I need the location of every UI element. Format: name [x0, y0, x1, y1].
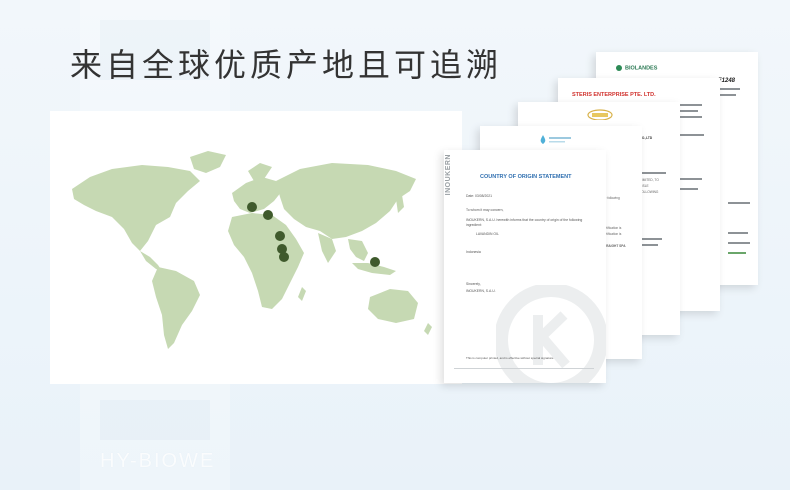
document-signature: INOUKERN, S.A.U.	[466, 289, 496, 293]
world-map-card	[50, 111, 462, 384]
page-headline: 来自全球优质产地且可追溯	[70, 46, 503, 84]
brand-watermark: HY-BIOWE	[100, 450, 216, 472]
text-line	[728, 242, 750, 244]
text-line	[680, 110, 698, 112]
continents	[72, 151, 432, 349]
scandinavia	[248, 163, 272, 181]
document-body: INOUKERN, S.A.U. herewith informs that t…	[466, 218, 583, 227]
text-line	[718, 88, 740, 90]
document-closing: Sincerely,	[466, 282, 481, 286]
inoukern-side-logo: INOUKERN	[445, 154, 452, 196]
world-map	[72, 151, 432, 349]
origin-marker-france	[247, 202, 257, 212]
document-footer: This is computer printed, and is effecti…	[466, 356, 555, 360]
document-salutation: To whom it may concern,	[466, 208, 504, 212]
text-line	[680, 104, 702, 106]
footer-rule	[454, 368, 594, 369]
north-america	[72, 165, 200, 251]
text-line	[728, 232, 748, 234]
ingredient-name: LAVANDIN OIL	[476, 232, 499, 236]
water-drop-logo	[540, 135, 571, 144]
text-line	[680, 116, 702, 118]
origin-marker-indonesia	[370, 257, 380, 267]
steris-logo: STERIS ENTERPRISE PTE. LTD.	[572, 92, 656, 98]
text-line	[728, 202, 750, 204]
origin-marker-italy	[263, 210, 273, 220]
new-zealand	[424, 323, 432, 335]
australia	[368, 289, 418, 323]
asia	[276, 163, 416, 239]
greenland	[190, 151, 226, 173]
south-america	[152, 267, 200, 349]
gold-seal-logo	[587, 109, 613, 120]
origin-marker-ethiopia	[279, 252, 289, 262]
text-line	[728, 252, 746, 254]
origin-country: Indonesia	[466, 250, 481, 254]
document-date: Date: 03/08/2021	[466, 194, 493, 198]
southeast-asia	[348, 239, 368, 261]
madagascar	[298, 287, 306, 301]
biolandes-logo: BIOLANDES	[616, 65, 657, 71]
document-code: F1248	[718, 78, 736, 84]
africa	[228, 213, 304, 309]
text-line	[680, 178, 702, 180]
europe	[232, 177, 282, 213]
text-line	[718, 94, 736, 96]
document-title: COUNTRY OF ORIGIN STATEMENT	[480, 174, 572, 180]
text-line	[680, 134, 704, 136]
origin-marker-egypt	[275, 231, 285, 241]
text-line	[680, 188, 698, 190]
country-of-origin-statement: INOUKERN COUNTRY OF ORIGIN STATEMENT Dat…	[444, 150, 606, 383]
